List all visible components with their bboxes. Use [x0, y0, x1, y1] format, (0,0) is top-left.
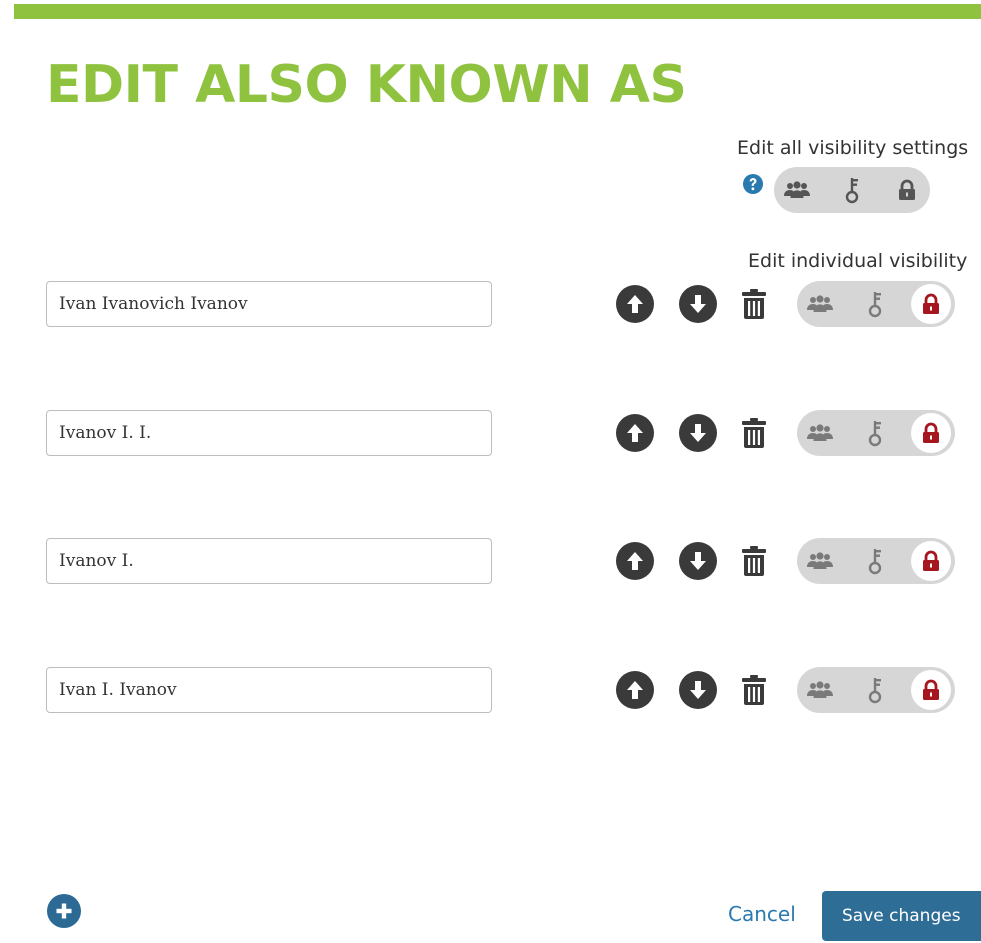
visibility-public-option[interactable]: [797, 281, 843, 327]
delete-button[interactable]: [740, 543, 768, 579]
edit-individual-visibility-label: Edit individual visibility: [748, 250, 968, 272]
visibility-private-option[interactable]: [908, 667, 954, 713]
name-input[interactable]: [46, 410, 492, 456]
modal-top-accent-bar: [14, 4, 981, 19]
arrow-down-icon: [690, 424, 706, 442]
active-option-highlight: [911, 284, 951, 324]
users-icon: [807, 295, 833, 312]
visibility-all-limited-option[interactable]: [829, 167, 875, 213]
lock-icon: [923, 679, 939, 700]
key-icon: [868, 421, 882, 447]
name-input[interactable]: [46, 281, 492, 327]
arrow-down-icon: [690, 552, 706, 570]
visibility-private-option[interactable]: [908, 281, 954, 327]
move-down-button[interactable]: [679, 671, 717, 709]
move-down-button[interactable]: [679, 542, 717, 580]
lock-icon: [899, 179, 915, 200]
users-icon: [807, 681, 833, 698]
trash-icon: [742, 675, 766, 705]
save-changes-button[interactable]: Save changes: [822, 891, 981, 941]
lock-icon: [923, 550, 939, 571]
users-icon: [807, 552, 833, 569]
trash-icon: [742, 546, 766, 576]
visibility-toggle: [797, 410, 955, 456]
active-option-highlight: [911, 541, 951, 581]
arrow-up-icon: [627, 424, 643, 442]
visibility-private-option[interactable]: [908, 538, 954, 584]
key-icon: [868, 549, 882, 575]
name-input[interactable]: [46, 538, 492, 584]
move-up-button[interactable]: [616, 414, 654, 452]
modal-title: EDIT ALSO KNOWN AS: [46, 55, 687, 115]
move-down-button[interactable]: [679, 414, 717, 452]
trash-icon: [742, 418, 766, 448]
cancel-link[interactable]: Cancel: [728, 902, 796, 926]
visibility-all-private-option[interactable]: [884, 167, 930, 213]
key-icon: [868, 292, 882, 318]
trash-icon: [742, 289, 766, 319]
active-option-highlight: [911, 670, 951, 710]
visibility-toggle-all: [774, 167, 930, 213]
delete-button[interactable]: [740, 415, 768, 451]
users-icon: [784, 181, 810, 198]
move-up-button[interactable]: [616, 285, 654, 323]
plus-icon: [56, 903, 72, 919]
visibility-public-option[interactable]: [797, 410, 843, 456]
lock-icon: [923, 422, 939, 443]
visibility-public-option[interactable]: [797, 538, 843, 584]
visibility-limited-option[interactable]: [852, 538, 898, 584]
name-input[interactable]: [46, 667, 492, 713]
visibility-limited-option[interactable]: [852, 667, 898, 713]
visibility-toggle: [797, 667, 955, 713]
visibility-public-option[interactable]: [797, 667, 843, 713]
delete-button[interactable]: [740, 672, 768, 708]
edit-also-known-as-modal: EDIT ALSO KNOWN AS Edit all visibility s…: [0, 0, 981, 943]
delete-button[interactable]: [740, 286, 768, 322]
visibility-limited-option[interactable]: [852, 281, 898, 327]
visibility-toggle: [797, 538, 955, 584]
key-icon: [845, 178, 859, 204]
lock-icon: [923, 293, 939, 314]
add-name-button[interactable]: [47, 894, 81, 928]
visibility-private-option[interactable]: [908, 410, 954, 456]
move-down-button[interactable]: [679, 285, 717, 323]
key-icon: [868, 678, 882, 704]
question-circle-icon[interactable]: [742, 173, 764, 195]
arrow-up-icon: [627, 552, 643, 570]
arrow-up-icon: [627, 681, 643, 699]
visibility-all-public-option[interactable]: [774, 167, 820, 213]
arrow-down-icon: [690, 295, 706, 313]
visibility-toggle: [797, 281, 955, 327]
edit-all-visibility-label: Edit all visibility settings: [737, 137, 969, 159]
visibility-limited-option[interactable]: [852, 410, 898, 456]
active-option-highlight: [911, 413, 951, 453]
move-up-button[interactable]: [616, 542, 654, 580]
arrow-down-icon: [690, 681, 706, 699]
users-icon: [807, 424, 833, 441]
arrow-up-icon: [627, 295, 643, 313]
move-up-button[interactable]: [616, 671, 654, 709]
